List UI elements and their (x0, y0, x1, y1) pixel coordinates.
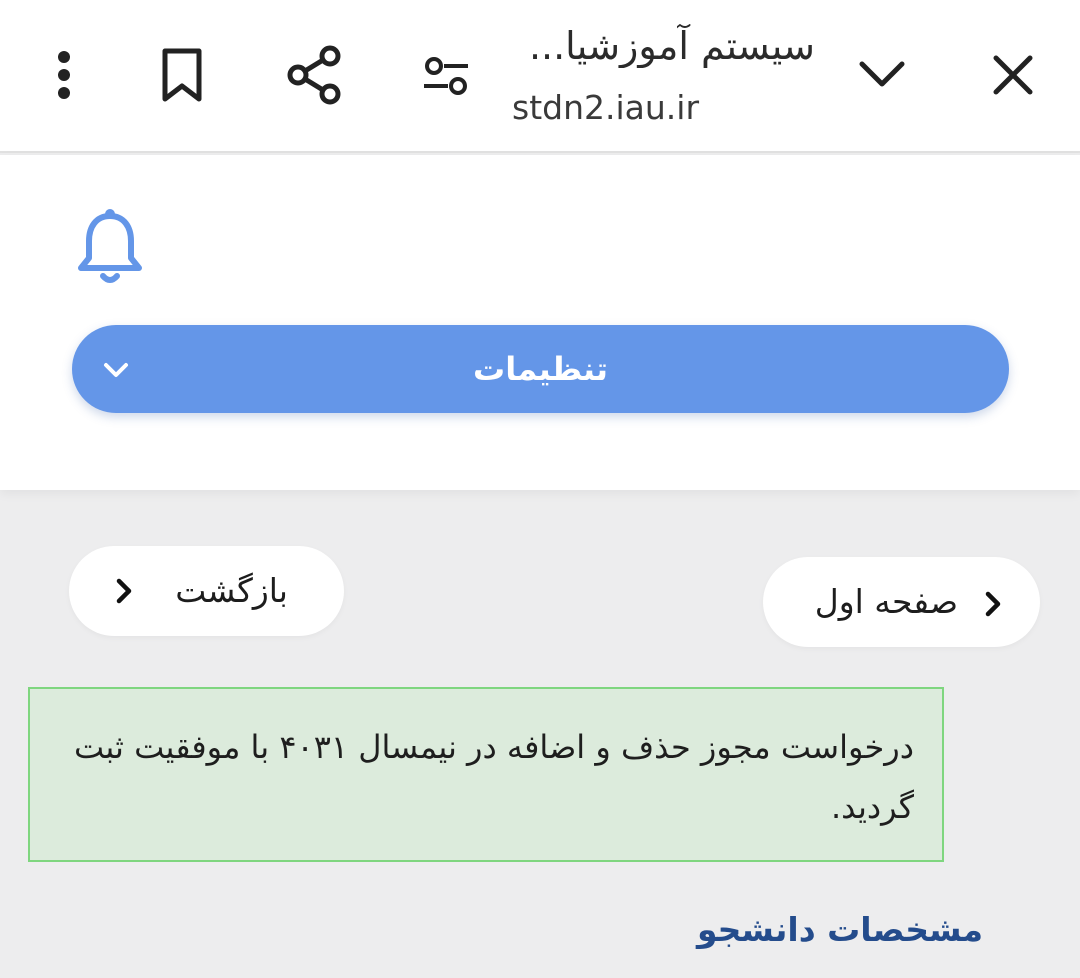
menu-dots-icon[interactable] (40, 45, 90, 105)
browser-toolbar: سیستم آموزشیا... stdn2.iau.ir (0, 0, 1080, 153)
bookmark-icon[interactable] (152, 45, 212, 105)
alert-message: درخواست مجوز حذف و اضافه در نیمسال ۴۰۳۱ … (73, 728, 914, 826)
chevron-down-icon[interactable] (850, 44, 914, 104)
share-icon[interactable] (282, 42, 348, 108)
site-header (0, 155, 1080, 490)
success-alert: درخواست مجوز حذف و اضافه در نیمسال ۴۰۳۱ … (28, 687, 944, 862)
back-button[interactable]: بازگشت (69, 546, 344, 636)
page-title[interactable]: سیستم آموزشیا... (485, 24, 815, 68)
student-info-heading: مشخصات دانشجو (696, 910, 983, 949)
chevron-right-icon (111, 576, 137, 606)
settings-dropdown-button[interactable]: تنظیمات (72, 325, 1009, 413)
home-label: صفحه اول (814, 582, 958, 621)
home-button[interactable]: صفحه اول (763, 557, 1040, 647)
tune-icon[interactable] (414, 46, 478, 106)
page-url[interactable]: stdn2.iau.ir (512, 88, 699, 127)
close-icon[interactable] (980, 42, 1046, 108)
chevron-right-icon (980, 589, 1006, 619)
back-label: بازگشت (175, 571, 288, 610)
chevron-down-icon (100, 356, 132, 384)
settings-label: تنظیمات (473, 350, 608, 388)
bell-icon[interactable] (72, 206, 148, 290)
